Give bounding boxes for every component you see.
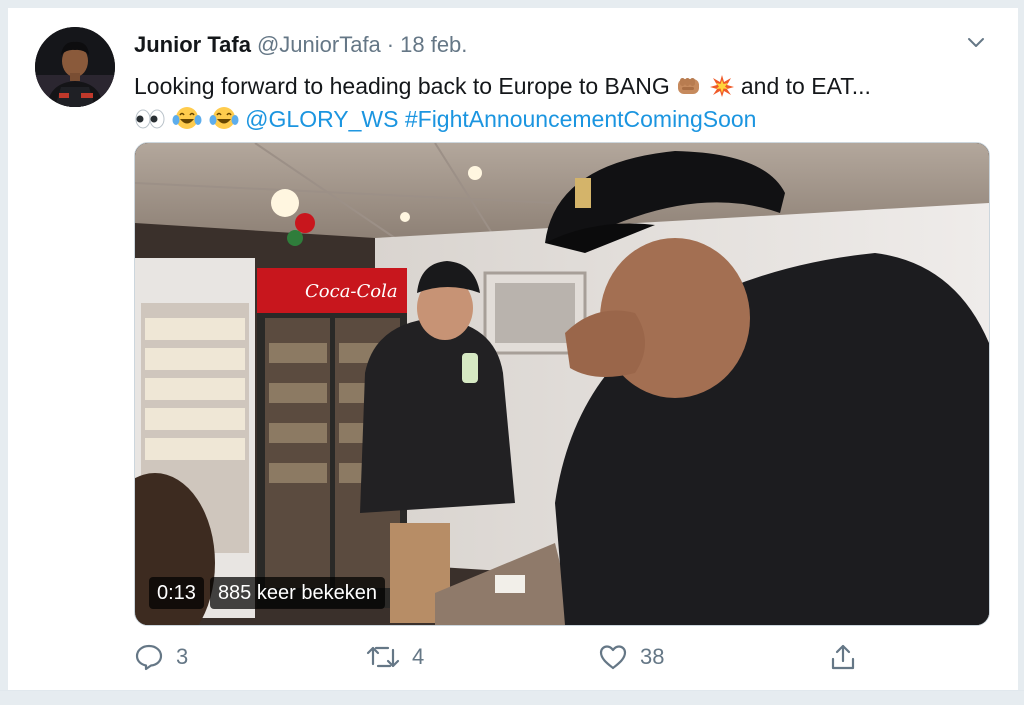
video-duration: 0:13 — [149, 577, 204, 609]
chevron-down-icon[interactable] — [964, 30, 988, 54]
header-separator: · — [386, 32, 395, 57]
tears-of-joy-emoji-icon — [172, 105, 202, 129]
retweet-count: 4 — [412, 644, 425, 669]
eyes-emoji-icon — [134, 107, 166, 131]
reply-count: 3 — [176, 644, 189, 669]
heart-icon — [599, 645, 627, 670]
share-icon — [831, 644, 855, 670]
video-player[interactable]: Coca-Cola 0:13 885 keer bekeken — [134, 142, 990, 626]
tweet-text-part1: Looking forward to heading back to Europ… — [134, 73, 670, 99]
retweet-icon — [366, 646, 400, 668]
video-badges: 0:13 885 keer bekeken — [149, 577, 385, 609]
like-button[interactable]: 38 — [598, 642, 664, 672]
avatar[interactable] — [35, 27, 115, 107]
page-frame-top — [0, 0, 1024, 8]
tweet-date[interactable]: 18 feb. — [400, 32, 467, 57]
video-frame: Coca-Cola — [135, 143, 989, 625]
video-view-count: 885 keer bekeken — [209, 577, 385, 609]
collision-emoji-icon — [709, 74, 735, 98]
retweet-button[interactable]: 4 — [366, 642, 424, 672]
share-button[interactable] — [828, 642, 870, 672]
page-frame-right — [1018, 0, 1024, 704]
mention-link[interactable]: @GLORY_WS — [245, 106, 398, 132]
author-name[interactable]: Junior Tafa — [134, 32, 251, 57]
tears-of-joy-emoji-icon — [209, 105, 239, 129]
reply-button[interactable]: 3 — [134, 642, 188, 672]
tweet-text-part2: and to EAT... — [740, 73, 871, 99]
svg-text:Coca-Cola: Coca-Cola — [305, 281, 398, 302]
hashtag-link[interactable]: #FightAnnouncementComingSoon — [405, 106, 757, 132]
tweet-card[interactable]: Junior Tafa @JuniorTafa · 18 feb. Looking f… — [8, 8, 1018, 690]
tweet-header: Junior Tafa @JuniorTafa · 18 feb. — [134, 32, 467, 58]
like-count: 38 — [640, 644, 665, 669]
page-frame-left — [0, 0, 8, 704]
author-handle[interactable]: @JuniorTafa — [257, 32, 381, 57]
fist-emoji-icon — [676, 74, 702, 98]
reply-icon — [135, 644, 163, 671]
tweet-text: Looking forward to heading back to Europ… — [134, 70, 994, 136]
tweet-actions: 3 4 38 — [134, 642, 994, 674]
page-frame-bottom — [0, 690, 1024, 705]
